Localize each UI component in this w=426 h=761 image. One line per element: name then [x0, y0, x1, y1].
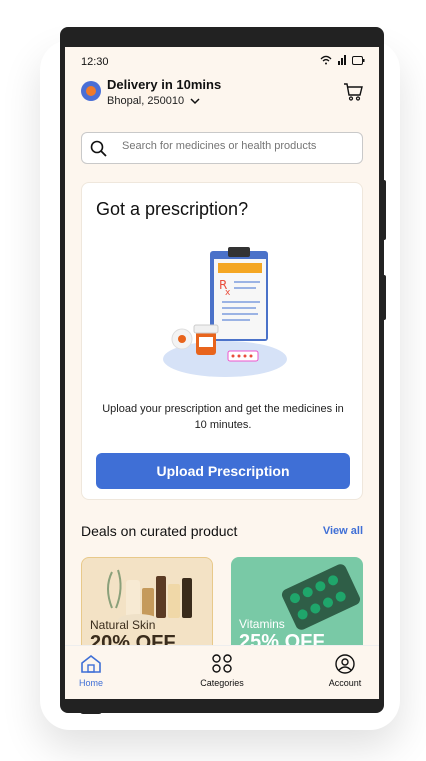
signal-icon — [338, 55, 346, 65]
prescription-title: Got a prescription? — [96, 199, 249, 219]
deal-card-vitamins[interactable]: Vitamins 25% OFF — [231, 557, 363, 657]
deals-section-title: Deals on curated product — [81, 523, 238, 539]
location-header: Delivery in 10mins Bhopal, 250010 — [65, 75, 379, 115]
nav-label: Home — [78, 678, 103, 688]
status-bar: 12:30 — [65, 53, 379, 71]
account-icon — [335, 654, 355, 674]
nav-categories[interactable]: Categories — [182, 654, 262, 688]
deal-name: Vitamins — [239, 617, 285, 631]
location-pin-icon — [81, 81, 101, 101]
chevron-down-icon — [190, 97, 200, 104]
nav-label: Categories — [200, 678, 244, 688]
address-selector[interactable]: Bhopal, 250010 — [107, 95, 200, 107]
nav-label: Account — [328, 678, 362, 688]
search-input[interactable] — [120, 139, 354, 153]
battery-icon — [352, 55, 365, 65]
side-button — [382, 275, 386, 320]
status-icons — [320, 55, 365, 65]
wifi-icon — [320, 55, 332, 65]
prescription-description: Upload your prescription and get the med… — [102, 403, 344, 431]
view-all-link[interactable]: View all — [323, 525, 363, 537]
nav-account[interactable]: Account — [305, 654, 379, 688]
app-screen: 12:30 Delivery in 10mins Bhopal, 250010 — [65, 47, 379, 699]
cart-icon[interactable] — [343, 83, 363, 101]
upload-prescription-button[interactable]: Upload Prescription — [96, 453, 350, 489]
bottom-nav: Home Categories Account — [65, 645, 379, 699]
nav-home[interactable]: Home — [65, 654, 131, 688]
deal-name: Natural Skin — [90, 618, 156, 632]
home-icon — [81, 654, 101, 673]
search-icon — [90, 140, 107, 157]
side-button — [382, 180, 386, 240]
search-bar[interactable] — [81, 132, 363, 164]
categories-icon — [212, 654, 232, 673]
status-time: 12:30 — [81, 56, 109, 68]
svg-text:x: x — [225, 288, 231, 298]
prescription-illustration: R x — [163, 247, 287, 377]
prescription-card: Got a prescription? R x Upload your pres… — [81, 182, 363, 500]
deal-card-natural-skin[interactable]: Natural Skin 20% OFF — [81, 557, 213, 657]
bottom-button — [80, 708, 102, 714]
delivery-time: Delivery in 10mins — [107, 77, 222, 92]
address-text: Bhopal, 250010 — [107, 95, 185, 107]
